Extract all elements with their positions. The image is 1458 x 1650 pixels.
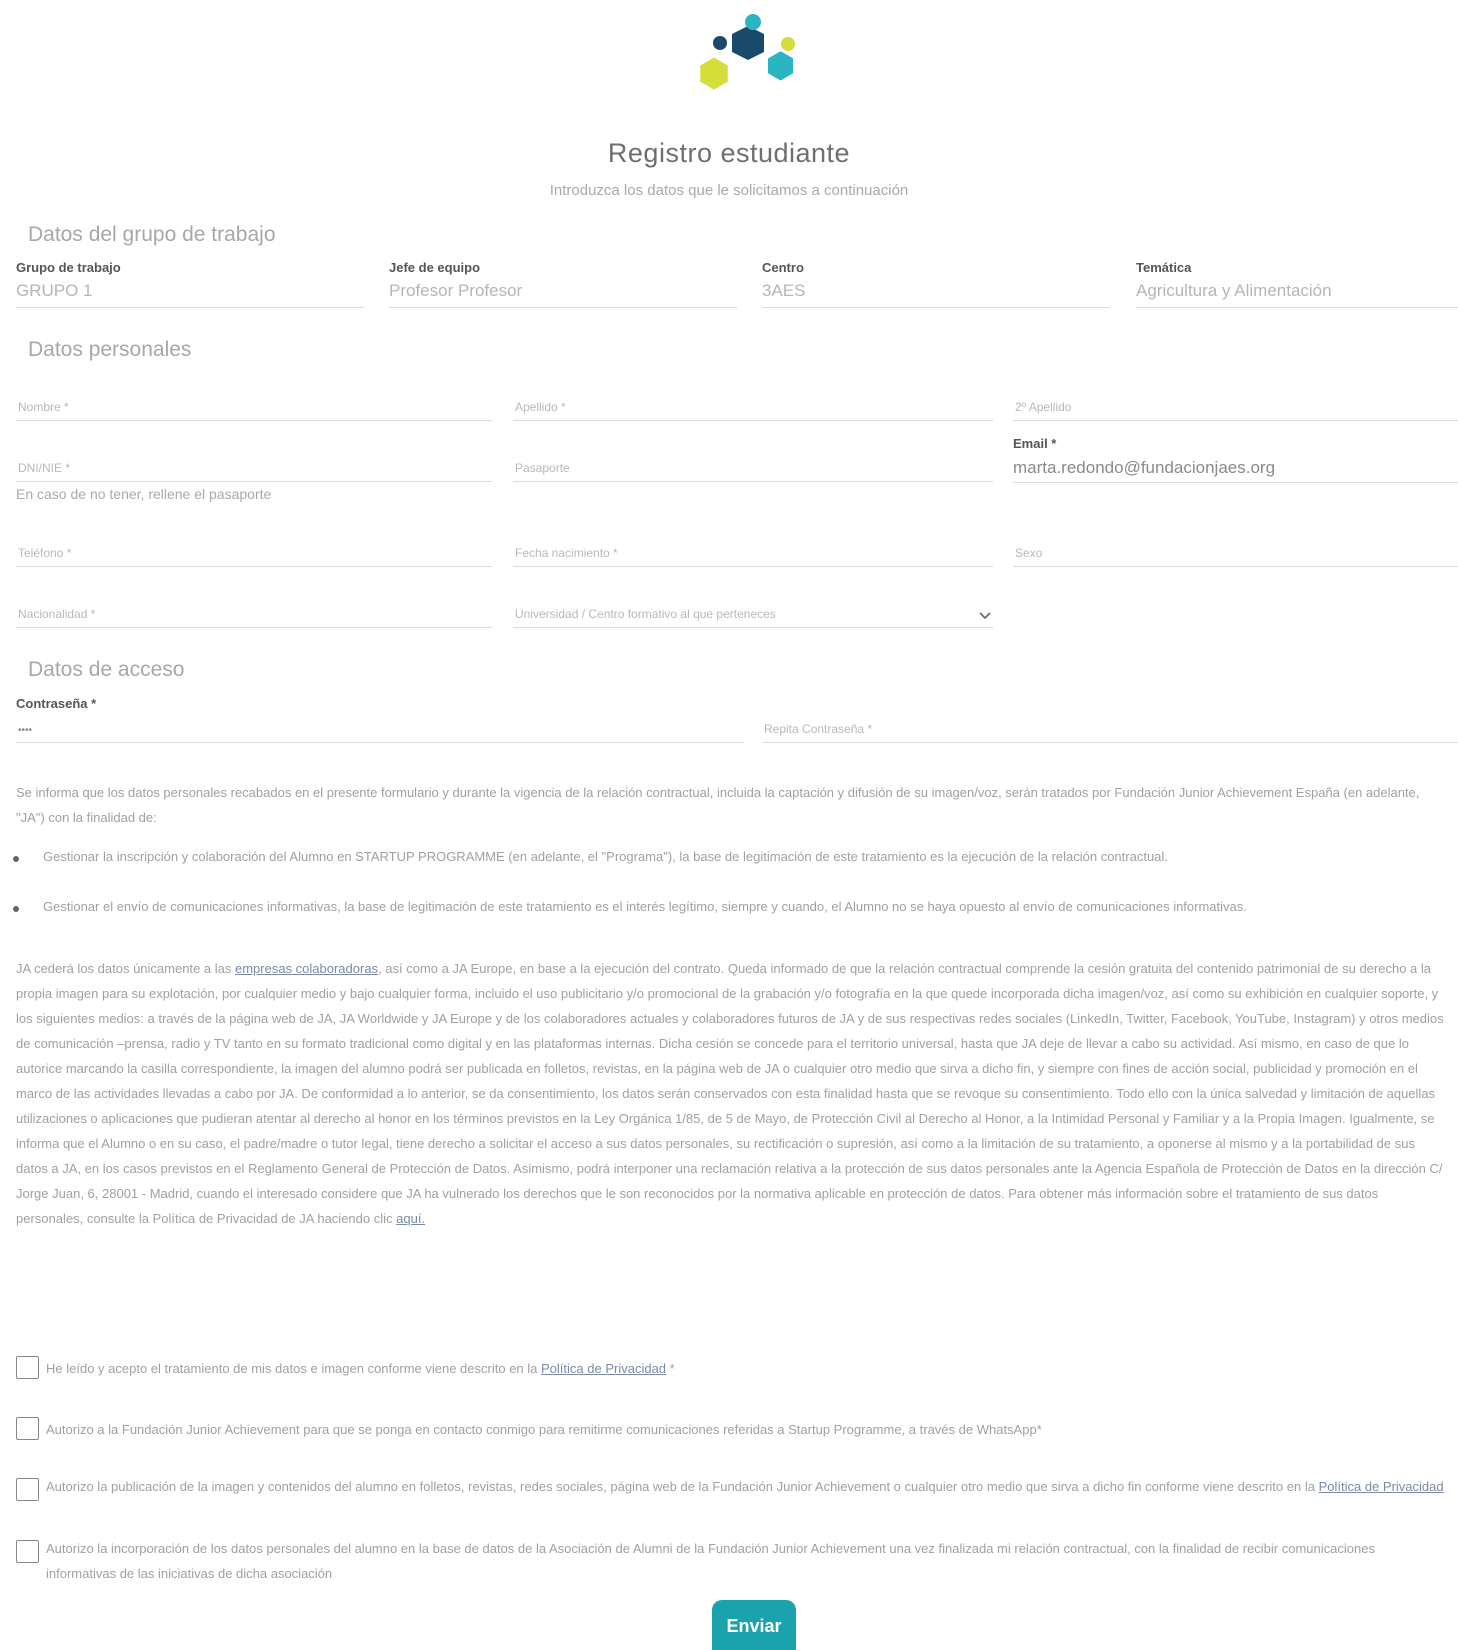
- privacy-policy-link[interactable]: Política de Privacidad: [541, 1361, 666, 1376]
- email-field[interactable]: marta.redondo@fundacionjaes.org: [1013, 452, 1458, 483]
- section-title-access: Datos de acceso: [28, 658, 185, 681]
- empresas-colaboradoras-link[interactable]: empresas colaboradoras: [235, 961, 378, 976]
- aqui-link[interactable]: aquí.: [396, 1211, 425, 1226]
- field-label: Temática: [1136, 260, 1192, 275]
- password-label: Contraseña *: [16, 696, 97, 711]
- legal-body: JA cederá los datos únicamente a las emp…: [16, 961, 1444, 1226]
- page-title: Registro estudiante: [607, 138, 851, 168]
- hexagon-cluster-logo: [700, 14, 795, 90]
- repeat-password-field[interactable]: Repita Contraseña *: [762, 712, 1458, 743]
- fecha-nacimiento-field[interactable]: Fecha nacimiento *: [513, 536, 993, 567]
- field-value: Agricultura y Alimentación: [1136, 281, 1332, 300]
- apellido-field[interactable]: Apellido *: [513, 390, 993, 421]
- nombre-field[interactable]: Nombre *: [16, 390, 492, 421]
- field-value: GRUPO 1: [16, 281, 93, 300]
- section-title-personal: Datos personales: [28, 338, 192, 361]
- group-field-tematica: Temática Agricultura y Alimentación: [1136, 260, 1458, 308]
- sexo-field[interactable]: Sexo: [1013, 536, 1458, 567]
- submit-button[interactable]: Enviar: [712, 1600, 796, 1650]
- consent-checkbox-image[interactable]: [16, 1478, 39, 1501]
- consent-text-privacy: He leído y acepto el tratamiento de mis …: [46, 1361, 675, 1376]
- privacy-policy-link[interactable]: Política de Privacidad: [1319, 1479, 1444, 1494]
- field-label: Grupo de trabajo: [16, 260, 121, 275]
- bullet-dot: [13, 906, 19, 912]
- legal-bullet-1: Gestionar la inscripción y colaboración …: [43, 849, 1168, 864]
- email-label: Email *: [1013, 436, 1057, 451]
- section-title-group: Datos del grupo de trabajo: [28, 223, 276, 246]
- chevron-down-icon: [979, 612, 991, 620]
- consent-text-whatsapp: Autorizo a la Fundación Junior Achieveme…: [46, 1422, 1042, 1437]
- field-label: Centro: [762, 260, 804, 275]
- telefono-field[interactable]: Teléfono *: [16, 536, 492, 567]
- consent-text-alumni: Autorizo la incorporación de los datos p…: [46, 1541, 1375, 1581]
- universidad-select[interactable]: Universidad / Centro formativo al que pe…: [513, 597, 993, 628]
- legal-bullet-2: Gestionar el envío de comunicaciones inf…: [43, 899, 1247, 914]
- consent-checkbox-privacy[interactable]: [16, 1356, 39, 1379]
- dni-field[interactable]: DNI/NIE *: [16, 451, 492, 482]
- consent-checkbox-whatsapp[interactable]: [16, 1417, 39, 1440]
- group-field-grupo: Grupo de trabajo GRUPO 1: [16, 260, 364, 308]
- field-label: Jefe de equipo: [389, 260, 481, 275]
- pasaporte-field[interactable]: Pasaporte: [513, 451, 993, 482]
- field-value: Profesor Profesor: [389, 281, 523, 300]
- group-field-centro: Centro 3AES: [762, 260, 1110, 308]
- consent-checkbox-alumni[interactable]: [16, 1540, 39, 1563]
- page-subtitle: Introduzca los datos que le solicitamos …: [549, 182, 909, 199]
- legal-intro: Se informa que los datos personales reca…: [16, 785, 1420, 825]
- dni-hint: En caso de no tener, rellene el pasaport…: [16, 486, 272, 502]
- password-field[interactable]: ••••: [16, 712, 744, 743]
- bullet-dot: [13, 856, 19, 862]
- field-value: 3AES: [762, 281, 806, 300]
- nacionalidad-field[interactable]: Nacionalidad *: [16, 597, 492, 628]
- consent-text-image: Autorizo la publicación de la imagen y c…: [46, 1479, 1444, 1494]
- apellido2-field[interactable]: 2º Apellido: [1013, 390, 1458, 421]
- group-field-jefe: Jefe de equipo Profesor Profesor: [389, 260, 737, 308]
